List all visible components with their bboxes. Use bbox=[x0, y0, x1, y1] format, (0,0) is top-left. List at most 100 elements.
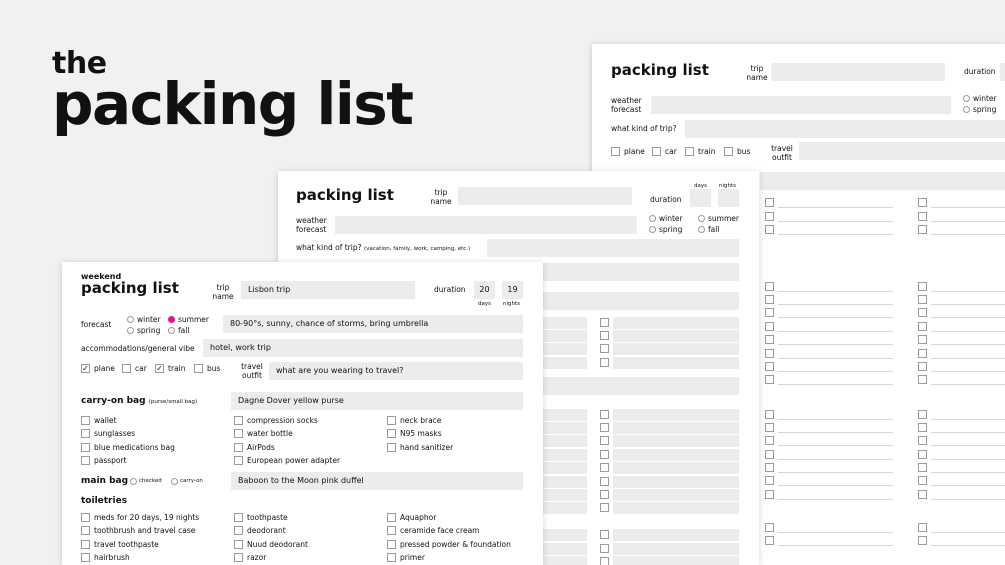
back-checkbox-left[interactable] bbox=[765, 308, 774, 317]
front-vibe-field[interactable]: hotel, work trip bbox=[203, 339, 523, 357]
back-checkbox-left[interactable] bbox=[765, 362, 774, 371]
middle-checkbox[interactable] bbox=[600, 490, 609, 499]
front-days-field[interactable]: 20 bbox=[474, 281, 495, 299]
middle-checklist-field[interactable] bbox=[613, 409, 739, 421]
middle-checkbox[interactable] bbox=[600, 436, 609, 445]
middle-checkbox[interactable] bbox=[600, 477, 609, 486]
middle-left-bar[interactable] bbox=[540, 529, 587, 541]
middle-checkbox[interactable] bbox=[600, 423, 609, 432]
back-checkbox-right[interactable] bbox=[918, 450, 927, 459]
middle-checkbox[interactable] bbox=[600, 544, 609, 553]
back-checkbox-left[interactable] bbox=[765, 410, 774, 419]
back-checkbox-left[interactable] bbox=[765, 476, 774, 485]
carry-on-checkbox[interactable] bbox=[81, 442, 90, 452]
front-main-bag-radio-checked[interactable] bbox=[130, 478, 137, 485]
back-checkbox-left[interactable] bbox=[765, 423, 774, 432]
back-season-radio-winter[interactable] bbox=[963, 95, 970, 102]
middle-checklist-field[interactable] bbox=[613, 529, 739, 541]
middle-checkbox[interactable] bbox=[600, 410, 609, 419]
carry-on-checkbox[interactable] bbox=[81, 455, 90, 465]
middle-season-radio-summer[interactable] bbox=[698, 215, 705, 222]
middle-checkbox[interactable] bbox=[600, 557, 609, 565]
back-checkbox-right[interactable] bbox=[918, 198, 927, 207]
back-travel-outfit-field[interactable] bbox=[799, 142, 1005, 160]
front-season-radio-winter[interactable] bbox=[127, 316, 134, 323]
carry-on-checkbox[interactable] bbox=[234, 455, 243, 465]
back-checkbox-right[interactable] bbox=[918, 490, 927, 499]
back-checkbox-left[interactable] bbox=[765, 282, 774, 291]
back-transport-checkbox-plane[interactable] bbox=[611, 147, 620, 156]
middle-checkbox[interactable] bbox=[600, 463, 609, 472]
front-trip-name-field[interactable]: Lisbon trip bbox=[241, 281, 415, 299]
carry-on-checkbox[interactable] bbox=[387, 429, 396, 439]
back-checkbox-left[interactable] bbox=[765, 523, 774, 532]
middle-left-bar[interactable] bbox=[540, 317, 587, 329]
middle-weather-field[interactable] bbox=[335, 216, 637, 234]
back-checkbox-right[interactable] bbox=[918, 282, 927, 291]
back-checkbox-left[interactable] bbox=[765, 536, 774, 545]
back-checkbox-right[interactable] bbox=[918, 308, 927, 317]
toiletries-checkbox[interactable] bbox=[387, 552, 396, 562]
middle-left-bar[interactable] bbox=[540, 543, 587, 555]
toiletries-checkbox[interactable] bbox=[81, 539, 90, 549]
middle-trip-name-field[interactable] bbox=[458, 187, 632, 205]
back-weather-field[interactable] bbox=[651, 96, 951, 114]
back-checkbox-right[interactable] bbox=[918, 322, 927, 331]
back-checkbox-left[interactable] bbox=[765, 463, 774, 472]
front-main-bag-field[interactable]: Baboon to the Moon pink duffel bbox=[231, 472, 523, 490]
back-checkbox-right[interactable] bbox=[918, 375, 927, 384]
middle-checklist-field[interactable] bbox=[613, 489, 739, 501]
back-checkbox-left[interactable] bbox=[765, 212, 774, 221]
back-season-radio-spring[interactable] bbox=[963, 106, 970, 113]
back-checkbox-left[interactable] bbox=[765, 322, 774, 331]
middle-checklist-field[interactable] bbox=[613, 462, 739, 474]
front-season-radio-fall[interactable] bbox=[168, 327, 175, 334]
toiletries-checkbox[interactable] bbox=[387, 539, 396, 549]
back-checkbox-right[interactable] bbox=[918, 295, 927, 304]
front-transport-checkbox-bus[interactable] bbox=[194, 364, 203, 373]
back-checkbox-left[interactable] bbox=[765, 436, 774, 445]
toiletries-checkbox[interactable] bbox=[387, 513, 396, 522]
front-travel-outfit-field[interactable]: what are you wearing to travel? bbox=[269, 362, 523, 380]
back-checkbox-left[interactable] bbox=[765, 450, 774, 459]
back-transport-checkbox-train[interactable] bbox=[685, 147, 694, 156]
back-checkbox-right[interactable] bbox=[918, 423, 927, 432]
back-checkbox-right[interactable] bbox=[918, 463, 927, 472]
back-duration-field[interactable] bbox=[1000, 63, 1005, 81]
middle-checklist-field[interactable] bbox=[613, 357, 739, 369]
toiletries-checkbox[interactable] bbox=[81, 513, 90, 522]
back-transport-checkbox-car[interactable] bbox=[652, 147, 661, 156]
toiletries-checkbox[interactable] bbox=[81, 552, 90, 562]
back-checkbox-right[interactable] bbox=[918, 523, 927, 532]
back-checkbox-right[interactable] bbox=[918, 410, 927, 419]
middle-days-field[interactable] bbox=[690, 189, 711, 207]
middle-checklist-field[interactable] bbox=[613, 502, 739, 514]
middle-checkbox[interactable] bbox=[600, 358, 609, 367]
middle-left-bar[interactable] bbox=[540, 489, 587, 501]
front-main-bag-radio-carry-on[interactable] bbox=[171, 478, 178, 485]
middle-checklist-field[interactable] bbox=[613, 317, 739, 329]
back-checkbox-left[interactable] bbox=[765, 198, 774, 207]
front-nights-field[interactable]: 19 bbox=[502, 281, 523, 299]
carry-on-checkbox[interactable] bbox=[387, 416, 396, 425]
middle-checkbox[interactable] bbox=[600, 503, 609, 512]
middle-left-bar[interactable] bbox=[540, 330, 587, 342]
carry-on-checkbox[interactable] bbox=[234, 429, 243, 439]
middle-left-bar[interactable] bbox=[540, 462, 587, 474]
front-season-radio-summer[interactable] bbox=[168, 316, 175, 323]
toiletries-checkbox[interactable] bbox=[234, 539, 243, 549]
middle-left-bar[interactable] bbox=[540, 435, 587, 447]
back-checkbox-right[interactable] bbox=[918, 536, 927, 545]
toiletries-checkbox[interactable] bbox=[234, 552, 243, 562]
back-checkbox-left[interactable] bbox=[765, 349, 774, 358]
carry-on-checkbox[interactable] bbox=[81, 416, 90, 425]
middle-season-radio-fall[interactable] bbox=[698, 226, 705, 233]
middle-checklist-field[interactable] bbox=[613, 449, 739, 461]
middle-left-bar[interactable] bbox=[540, 409, 587, 421]
middle-checklist-field[interactable] bbox=[613, 330, 739, 342]
middle-checklist-field[interactable] bbox=[613, 543, 739, 555]
middle-checklist-field[interactable] bbox=[613, 435, 739, 447]
middle-trip-kind-field[interactable] bbox=[487, 239, 739, 257]
middle-checklist-field[interactable] bbox=[613, 476, 739, 488]
middle-checklist-field[interactable] bbox=[613, 343, 739, 355]
